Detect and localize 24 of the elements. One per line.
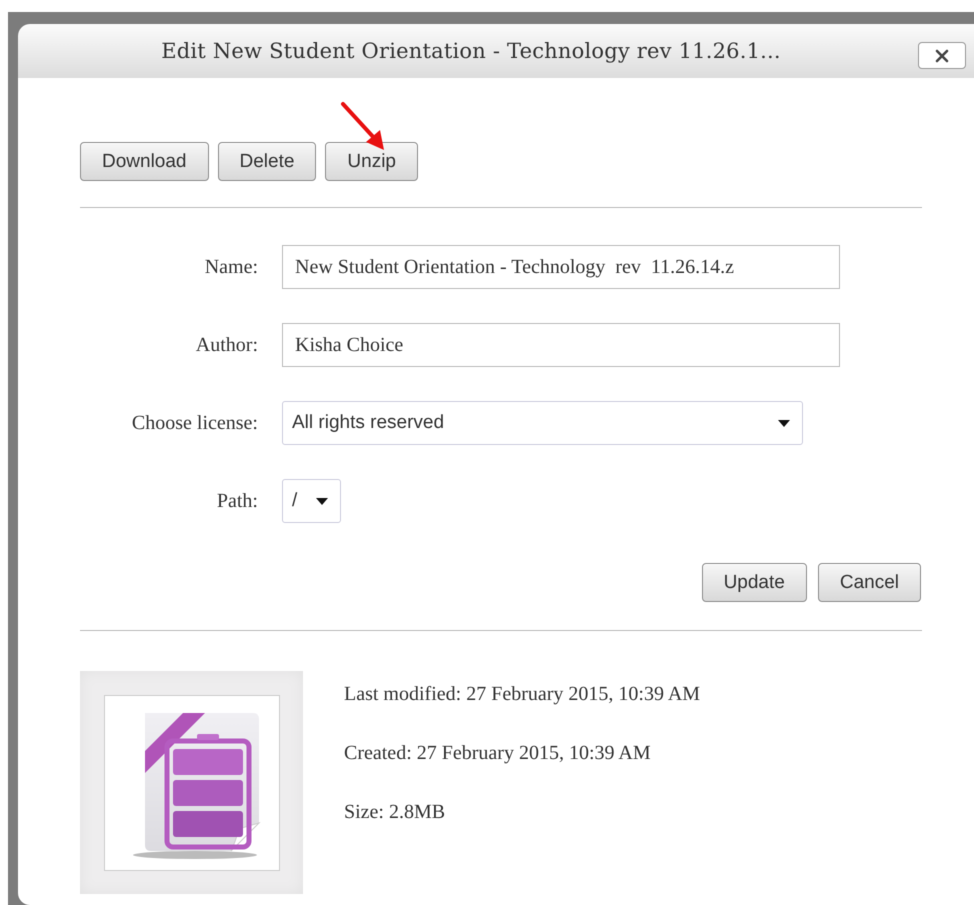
close-icon [933,48,951,62]
dialog-title: Edit New Student Orientation - Technology rev 11.26.1... [161,39,781,63]
dropdown-value: All rights reserved [292,412,444,434]
field-label: Path: [216,490,258,512]
dropdown-field[interactable]: / [282,479,341,523]
field-label: Choose license: [130,412,258,434]
field-label: Name: [204,256,258,278]
dropdown-field[interactable]: All rights reserved [282,401,803,445]
dropdown-value: / [292,490,298,512]
text-field[interactable]: New Student Orientation - Technology rev 11.26.14.z [282,245,840,289]
caret-icon [316,498,328,504]
file-info-text: Size: 2.8MB [344,801,446,824]
close-button[interactable] [918,42,966,69]
update-button[interactable]: Update [702,563,807,602]
file-info-text: Last modified: 27 February 2015, 10:39 AM [344,683,700,706]
unzip-button[interactable]: Unzip [325,142,418,181]
delete-button[interactable]: Delete [218,142,316,181]
cancel-button[interactable]: Cancel [818,563,921,602]
annotation-arrow [341,102,384,150]
text-field[interactable]: Kisha Choice [282,323,840,367]
download-button[interactable]: Download [80,142,208,181]
file-info-text: Created: 27 February 2015, 10:39 AM [344,742,652,765]
field-label: Author: [194,334,258,356]
caret-icon [778,420,790,426]
